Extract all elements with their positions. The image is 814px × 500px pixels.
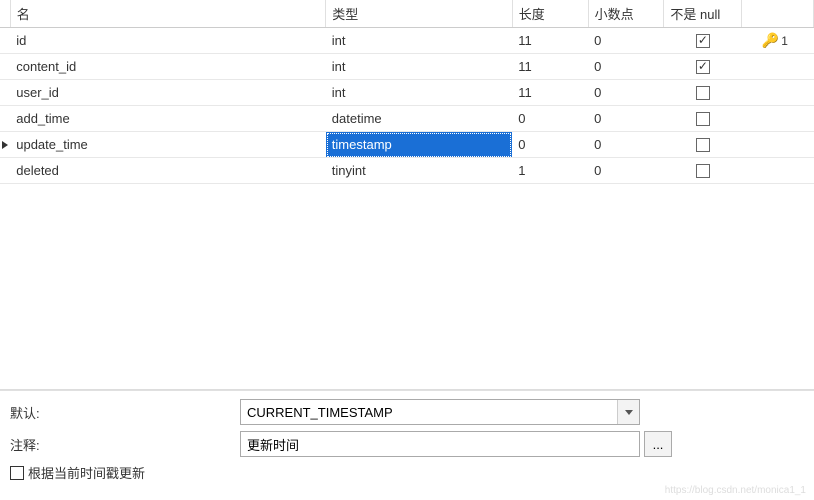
notnull-checkbox[interactable] — [696, 138, 710, 152]
cell-key[interactable] — [742, 54, 814, 80]
header-name[interactable]: 名 — [10, 0, 326, 28]
cell-decimal[interactable]: 0 — [588, 158, 664, 184]
cell-notnull[interactable] — [664, 54, 742, 80]
table-row[interactable]: content_idint110 — [0, 54, 814, 80]
cell-type[interactable]: datetime — [326, 106, 512, 132]
header-key — [742, 0, 814, 28]
row-marker — [0, 132, 10, 158]
header-marker — [0, 0, 10, 28]
table-row[interactable]: idint110 🔑1 — [0, 28, 814, 54]
cell-notnull[interactable] — [664, 158, 742, 184]
key-number: 1 — [781, 34, 788, 48]
default-label: 默认: — [10, 403, 240, 422]
cell-name[interactable]: update_time — [10, 132, 326, 158]
comment-row: 注释: ... — [10, 431, 804, 457]
cell-length[interactable]: 11 — [512, 54, 588, 80]
autoupdate-row[interactable]: 根据当前时间戳更新 — [10, 463, 804, 482]
cell-name[interactable]: add_time — [10, 106, 326, 132]
comment-input-wrap — [240, 431, 640, 457]
cell-name[interactable]: id — [10, 28, 326, 54]
cell-decimal[interactable]: 0 — [588, 106, 664, 132]
cell-type[interactable]: tinyint — [326, 158, 512, 184]
default-row: 默认: — [10, 399, 804, 425]
row-marker — [0, 106, 10, 132]
header-row: 名 类型 长度 小数点 不是 null — [0, 0, 814, 28]
cell-length[interactable]: 11 — [512, 28, 588, 54]
cell-type[interactable]: int — [326, 80, 512, 106]
default-select-wrap — [240, 399, 640, 425]
autoupdate-label: 根据当前时间戳更新 — [28, 463, 145, 482]
autoupdate-checkbox[interactable] — [10, 466, 24, 480]
header-length[interactable]: 长度 — [512, 0, 588, 28]
cell-key[interactable] — [742, 132, 814, 158]
cell-notnull[interactable] — [664, 106, 742, 132]
notnull-checkbox[interactable] — [696, 112, 710, 126]
cell-notnull[interactable] — [664, 132, 742, 158]
chevron-down-icon — [625, 410, 633, 415]
cell-name[interactable]: deleted — [10, 158, 326, 184]
cell-name[interactable]: user_id — [10, 80, 326, 106]
cell-notnull[interactable] — [664, 80, 742, 106]
primary-key-icon: 🔑1 — [762, 32, 788, 49]
cell-type[interactable]: timestamp — [326, 132, 512, 158]
active-row-arrow-icon — [2, 141, 8, 149]
default-input[interactable] — [240, 399, 640, 425]
cell-length[interactable]: 1 — [512, 158, 588, 184]
comment-label: 注释: — [10, 435, 240, 454]
cell-length[interactable]: 0 — [512, 132, 588, 158]
table-row[interactable]: user_idint110 — [0, 80, 814, 106]
header-decimal[interactable]: 小数点 — [588, 0, 664, 28]
header-type[interactable]: 类型 — [326, 0, 512, 28]
notnull-checkbox[interactable] — [696, 164, 710, 178]
columns-table: 名 类型 长度 小数点 不是 null idint110🔑1content_id… — [0, 0, 814, 184]
cell-type[interactable]: int — [326, 54, 512, 80]
cell-decimal[interactable]: 0 — [588, 28, 664, 54]
notnull-checkbox[interactable] — [696, 34, 710, 48]
cell-decimal[interactable]: 0 — [588, 80, 664, 106]
table-area: 名 类型 长度 小数点 不是 null idint110🔑1content_id… — [0, 0, 814, 390]
table-row[interactable]: deletedtinyint10 — [0, 158, 814, 184]
cell-key[interactable] — [742, 106, 814, 132]
properties-panel: 默认: 注释: ... 根据当前时间戳更新 — [0, 390, 814, 490]
cell-type[interactable]: int — [326, 28, 512, 54]
row-marker — [0, 158, 10, 184]
cell-decimal[interactable]: 0 — [588, 54, 664, 80]
key-icon: 🔑 — [762, 32, 779, 49]
table-row[interactable]: add_timedatetime00 — [0, 106, 814, 132]
comment-input[interactable] — [240, 431, 640, 457]
cell-notnull[interactable] — [664, 28, 742, 54]
table-row[interactable]: update_timetimestamp00 — [0, 132, 814, 158]
header-notnull[interactable]: 不是 null — [664, 0, 742, 28]
row-marker — [0, 28, 10, 54]
comment-more-button[interactable]: ... — [644, 431, 672, 457]
cell-key[interactable]: 🔑1 — [742, 28, 814, 54]
notnull-checkbox[interactable] — [696, 60, 710, 74]
cell-name[interactable]: content_id — [10, 54, 326, 80]
cell-key[interactable] — [742, 80, 814, 106]
cell-decimal[interactable]: 0 — [588, 132, 664, 158]
default-dropdown-button[interactable] — [617, 400, 639, 424]
notnull-checkbox[interactable] — [696, 86, 710, 100]
cell-length[interactable]: 0 — [512, 106, 588, 132]
row-marker — [0, 80, 10, 106]
row-marker — [0, 54, 10, 80]
cell-key[interactable] — [742, 158, 814, 184]
cell-length[interactable]: 11 — [512, 80, 588, 106]
